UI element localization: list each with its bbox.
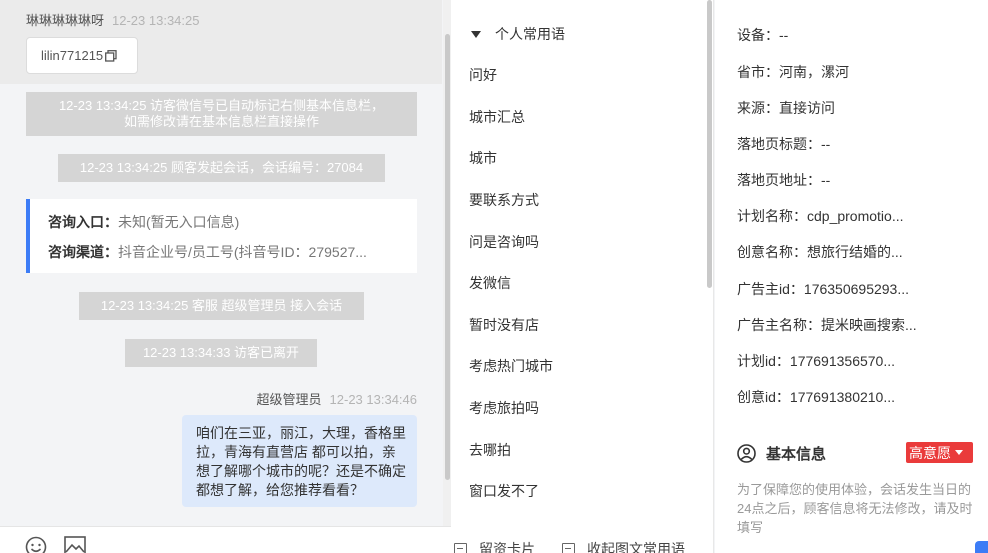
consult-info-card: 咨询入口：未知(暂无入口信息) 咨询渠道：抖音企业号/员工号(抖音号ID：279… <box>26 199 417 273</box>
info-row-advertiser-id: 广告主id：176350695293... <box>737 279 909 299</box>
phrase-item[interactable]: 暂时没有店 <box>469 315 539 335</box>
personal-phrases-title: 个人常用语 <box>495 26 565 42</box>
system-message-line: 12-23 13:34:25 访客微信号已自动标记右侧基本信息栏， <box>58 98 385 113</box>
lead-card-label: 留资卡片 <box>479 541 535 553</box>
basic-info-note: 为了保障您的使用体验，会话发生当日的24点之后，顾客信息将无法修改，请及时填写 <box>737 482 973 535</box>
info-row-source: 来源：直接访问 <box>737 98 835 118</box>
chat-scrollbar-thumb[interactable] <box>445 34 450 480</box>
phrase-item[interactable]: 去哪拍 <box>469 440 511 460</box>
info-row-creative-id: 创意id：177691380210... <box>737 387 895 407</box>
system-message-auto-tag: 12-23 13:34:25 访客微信号已自动标记右侧基本信息栏， 如需修改请在… <box>26 92 417 136</box>
collapse-rich-phrases-label: 收起图文常用语 <box>587 541 685 553</box>
info-value: -- <box>821 136 831 152</box>
info-label: 计划id： <box>737 353 790 369</box>
info-label: 省市： <box>737 64 779 80</box>
info-row-landing-title: 落地页标题：-- <box>737 134 830 154</box>
floating-action-button[interactable] <box>975 541 988 553</box>
info-value: 想旅行结婚的... <box>807 244 903 260</box>
phrases-footer: 留资卡片 收起图文常用语 <box>451 534 713 553</box>
info-label: 落地页地址： <box>737 172 821 188</box>
agent-message-bubble: 咱们在三亚，丽江，大理，香格里拉，青海有直营店 都可以拍，亲想了解哪个城市的呢？… <box>182 415 417 507</box>
chat-panel: 琳琳琳琳琳呀 12-23 13:34:25 lilin771215 12-23 1… <box>0 0 451 553</box>
basic-info-header: 基本信息 <box>737 443 826 464</box>
info-label: 创意名称： <box>737 244 807 260</box>
phrase-item[interactable]: 考虑热门城市 <box>469 356 553 376</box>
info-label: 设备： <box>737 27 779 43</box>
info-value: 直接访问 <box>779 100 835 116</box>
phrase-item[interactable]: 城市 <box>469 148 497 168</box>
wechat-id-text: lilin771215 <box>41 48 104 63</box>
agent-header: 超级管理员 12-23 13:34:46 <box>257 389 417 408</box>
visitor-header: 琳琳琳琳琳呀 12-23 13:34:25 <box>26 10 199 29</box>
phrase-item[interactable]: 考虑旅拍吗 <box>469 398 539 418</box>
info-row-plan-id: 计划id：177691356570... <box>737 351 895 371</box>
system-message-agent-join: 12-23 13:34:25 客服 超级管理员 接入会话 <box>79 292 364 320</box>
visitor-info-panel: 设备：-- 省市：河南，漯河 来源：直接访问 落地页标题：-- 落地页地址：--… <box>715 0 988 553</box>
card-icon <box>562 542 575 553</box>
info-label: 广告主id： <box>737 281 804 297</box>
info-row-device: 设备：-- <box>737 25 788 45</box>
copy-icon[interactable] <box>105 49 117 62</box>
info-value: 176350695293... <box>803 281 910 297</box>
info-value: cdp_promotio... <box>807 208 904 224</box>
info-value: -- <box>779 27 789 43</box>
caret-down-icon <box>955 450 963 455</box>
phrase-item[interactable]: 问好 <box>469 65 497 85</box>
info-label: 计划名称： <box>737 208 807 224</box>
chat-toolbar <box>0 526 451 553</box>
phrase-item[interactable]: 要联系方式 <box>469 190 539 210</box>
wechat-id-card[interactable]: lilin771215 <box>26 37 138 74</box>
visitor-name: 琳琳琳琳琳呀 <box>26 13 105 28</box>
info-label: 来源： <box>737 100 779 116</box>
collapse-triangle-icon[interactable] <box>471 30 481 38</box>
user-circle-icon <box>737 444 756 463</box>
info-label: 广告主名称： <box>737 317 821 333</box>
system-message-visitor-left: 12-23 13:34:33 访客已离开 <box>125 339 317 367</box>
card-icon <box>454 542 467 553</box>
info-value: 177691356570... <box>789 353 896 369</box>
consult-entry-row: 咨询入口：未知(暂无入口信息) <box>48 212 239 232</box>
collapse-rich-phrases-button[interactable]: 收起图文常用语 <box>562 539 685 553</box>
info-value: -- <box>821 172 831 188</box>
phrase-item[interactable]: 城市汇总 <box>469 107 525 127</box>
phrase-item[interactable]: 问是咨询吗 <box>469 232 539 252</box>
consult-entry-label: 咨询入口： <box>48 214 118 230</box>
agent-timestamp: 12-23 13:34:46 <box>329 392 417 407</box>
intent-level-label: 高意愿 <box>909 444 951 461</box>
system-message-session-start: 12-23 13:34:25 顾客发起会话，会话编号：27084 <box>58 154 385 182</box>
info-row-plan-name: 计划名称：cdp_promotio... <box>737 206 904 226</box>
info-value: 河南，漯河 <box>779 64 849 80</box>
agent-name: 超级管理员 <box>256 392 322 407</box>
info-row-advertiser-name: 广告主名称：提米映画搜索... <box>737 315 917 335</box>
intent-level-dropdown[interactable]: 高意愿 <box>906 442 973 463</box>
info-value: 提米映画搜索... <box>821 317 917 333</box>
chat-scrollbar[interactable] <box>443 0 451 526</box>
image-icon[interactable] <box>64 536 86 553</box>
quick-phrases-panel: 个人常用语 问好 城市汇总 城市 要联系方式 问是咨询吗 发微信 暂时没有店 考… <box>451 0 714 553</box>
consult-channel-label: 咨询渠道： <box>48 244 118 260</box>
consult-entry-value: 未知(暂无入口信息) <box>118 214 240 230</box>
info-row-city: 省市：河南，漯河 <box>737 62 849 82</box>
lead-card-button[interactable]: 留资卡片 <box>454 539 535 553</box>
emoji-icon[interactable] <box>25 536 47 553</box>
phrases-scrollbar-thumb[interactable] <box>707 0 712 288</box>
phrase-item[interactable]: 发微信 <box>469 273 511 293</box>
visitor-timestamp: 12-23 13:34:25 <box>112 13 200 28</box>
info-value: 177691380210... <box>789 389 896 405</box>
info-row-creative-name: 创意名称：想旅行结婚的... <box>737 242 903 262</box>
phrases-scrollbar[interactable] <box>706 0 714 290</box>
personal-phrases-header[interactable]: 个人常用语 <box>471 24 565 44</box>
consult-channel-row: 咨询渠道：抖音企业号/员工号(抖音号ID：279527... <box>48 242 367 262</box>
system-message-line: 如需修改请在基本信息栏直接操作 <box>123 114 319 129</box>
consult-channel-value: 抖音企业号/员工号(抖音号ID：279527... <box>118 244 367 260</box>
info-row-landing-url: 落地页地址：-- <box>737 170 830 190</box>
info-label: 创意id： <box>737 389 790 405</box>
phrase-item[interactable]: 窗口发不了 <box>469 481 539 501</box>
info-label: 落地页标题： <box>737 136 821 152</box>
basic-info-title: 基本信息 <box>766 446 827 463</box>
